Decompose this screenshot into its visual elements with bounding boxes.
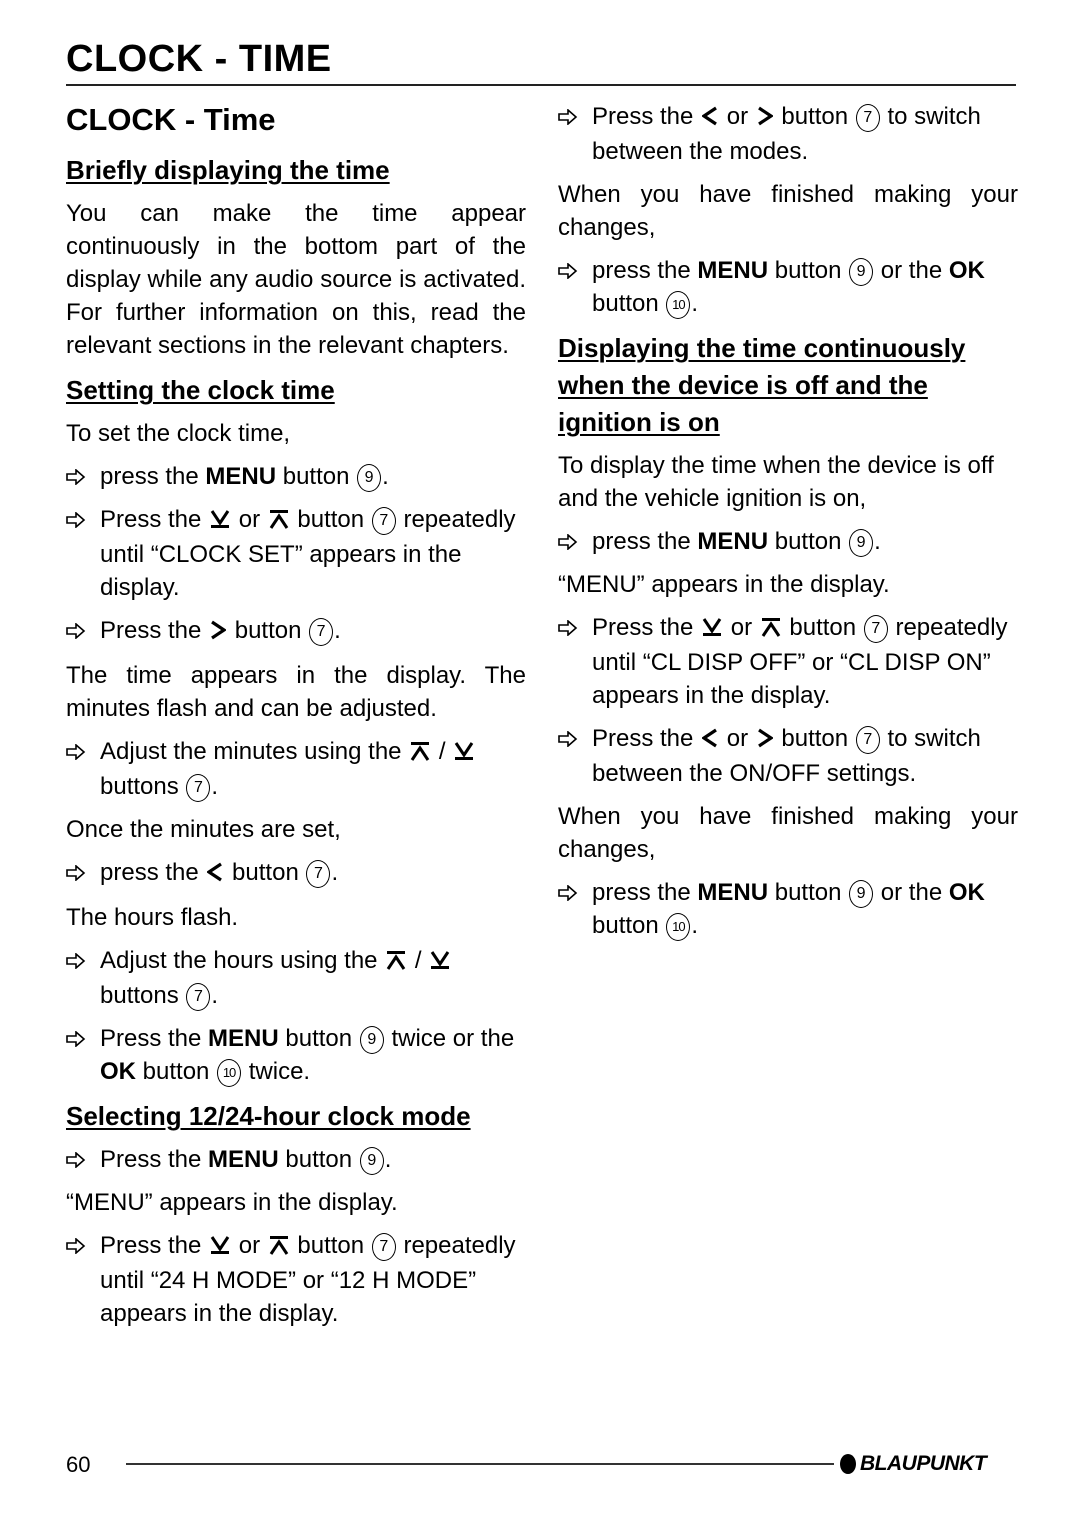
button-number-badge: 7 (855, 104, 880, 132)
button-number-badge: 9 (359, 1026, 384, 1054)
up-button-icon (410, 737, 430, 770)
heading-setting-clock: Setting the clock time (66, 375, 335, 405)
step: press the MENU button 9. (66, 460, 526, 493)
up-button-icon (269, 1231, 289, 1264)
button-number-badge: 7 (863, 615, 888, 643)
up-button-icon (761, 613, 781, 646)
continuous-para-1: “MENU” appears in the display. (558, 571, 890, 598)
arrow-right-icon (66, 1022, 100, 1088)
button-number-badge: 7 (306, 860, 331, 888)
page-title: CLOCK - TIME (66, 38, 332, 80)
brand-name: BLAUPUNKT (860, 1452, 987, 1475)
arrow-right-icon (66, 460, 100, 493)
arrow-right-icon (66, 1229, 100, 1330)
down-button-icon (430, 946, 450, 979)
left-button-icon (701, 102, 718, 135)
arrow-right-icon (66, 735, 100, 803)
step: Press the or button 7 repeatedly until “… (66, 503, 526, 604)
footer-divider (126, 1463, 834, 1465)
step: Adjust the minutes using the / buttons 7… (66, 735, 526, 803)
right-button-icon (757, 724, 774, 757)
arrow-right-icon (558, 100, 592, 168)
button-number-badge: 7 (186, 774, 211, 802)
arrow-right-icon (558, 611, 592, 712)
title-divider (66, 84, 1016, 86)
button-number-badge: 7 (371, 1233, 396, 1261)
section-title: CLOCK - Time (66, 102, 276, 137)
up-button-icon (386, 946, 406, 979)
left-button-icon (206, 858, 223, 891)
heading-displaying-continuously: Displaying the time continuously when th… (558, 333, 966, 437)
setting-para-2: Once the minutes are set, (66, 816, 341, 843)
up-button-icon (269, 505, 289, 538)
right-button-icon (210, 616, 227, 649)
brand-dot-icon (840, 1454, 856, 1474)
arrow-right-icon (558, 876, 592, 942)
arrow-right-icon (66, 856, 100, 891)
setting-para-3: The hours flash. (66, 904, 239, 931)
down-button-icon (210, 505, 230, 538)
heading-briefly-displaying: Briefly displaying the time (66, 155, 390, 185)
step: press the MENU button 9 or the OK button… (558, 876, 1018, 942)
brand-logo: BLAUPUNKT (840, 1452, 987, 1476)
button-number-badge: 7 (186, 983, 211, 1011)
continuous-intro: To display the time when the device is o… (558, 452, 994, 512)
button-number-badge: 7 (309, 618, 334, 646)
step: Press the or button 7 to switch between … (558, 722, 1018, 790)
arrow-right-icon (558, 254, 592, 320)
down-button-icon (702, 613, 722, 646)
step: Press the or button 7 repeatedly until “… (66, 1229, 526, 1330)
button-number-badge: 9 (357, 464, 382, 492)
setting-intro: To set the clock time, (66, 420, 291, 447)
step: Press the button 7. (66, 614, 526, 649)
step: Press the MENU button 9. (66, 1143, 526, 1176)
arrow-right-icon (66, 1143, 100, 1176)
arrow-right-icon (66, 614, 100, 649)
right-button-icon (757, 102, 774, 135)
down-button-icon (210, 1231, 230, 1264)
button-number-badge: 10 (666, 291, 691, 319)
step: Press the or button 7 repeatedly until “… (558, 611, 1018, 712)
setting-para-1: The time appears in the display. The min… (66, 662, 526, 722)
heading-selecting-mode: Selecting 12/24-hour clock mode (66, 1101, 471, 1131)
right-column: Press the or button 7 to switch between … (558, 100, 1018, 952)
arrow-right-icon (66, 944, 100, 1012)
down-button-icon (454, 737, 474, 770)
mode-para-1: “MENU” appears in the display. (66, 1189, 398, 1216)
step: press the button 7. (66, 856, 526, 891)
continuous-para-2: When you have finished making your chang… (558, 803, 1018, 863)
button-number-badge: 9 (849, 529, 874, 557)
button-number-badge: 9 (849, 258, 874, 286)
button-number-badge: 10 (217, 1059, 242, 1087)
step: Press the or button 7 to switch between … (558, 100, 1018, 168)
button-number-badge: 7 (371, 507, 396, 535)
button-number-badge: 9 (359, 1147, 384, 1175)
mode-para-2: When you have finished making your chang… (558, 181, 1018, 241)
arrow-right-icon (66, 503, 100, 604)
step: press the MENU button 9. (558, 525, 1018, 558)
left-column: CLOCK - Time Briefly displaying the time… (66, 100, 526, 1340)
button-number-badge: 7 (855, 726, 880, 754)
step: Adjust the hours using the / buttons 7. (66, 944, 526, 1012)
page-number: 60 (66, 1452, 91, 1477)
left-button-icon (701, 724, 718, 757)
arrow-right-icon (558, 525, 592, 558)
brief-body: You can make the time appear continuousl… (66, 200, 526, 359)
step: Press the MENU button 9 twice or the OK … (66, 1022, 526, 1088)
button-number-badge: 9 (849, 880, 874, 908)
button-number-badge: 10 (666, 913, 691, 941)
arrow-right-icon (558, 722, 592, 790)
step: press the MENU button 9 or the OK button… (558, 254, 1018, 320)
